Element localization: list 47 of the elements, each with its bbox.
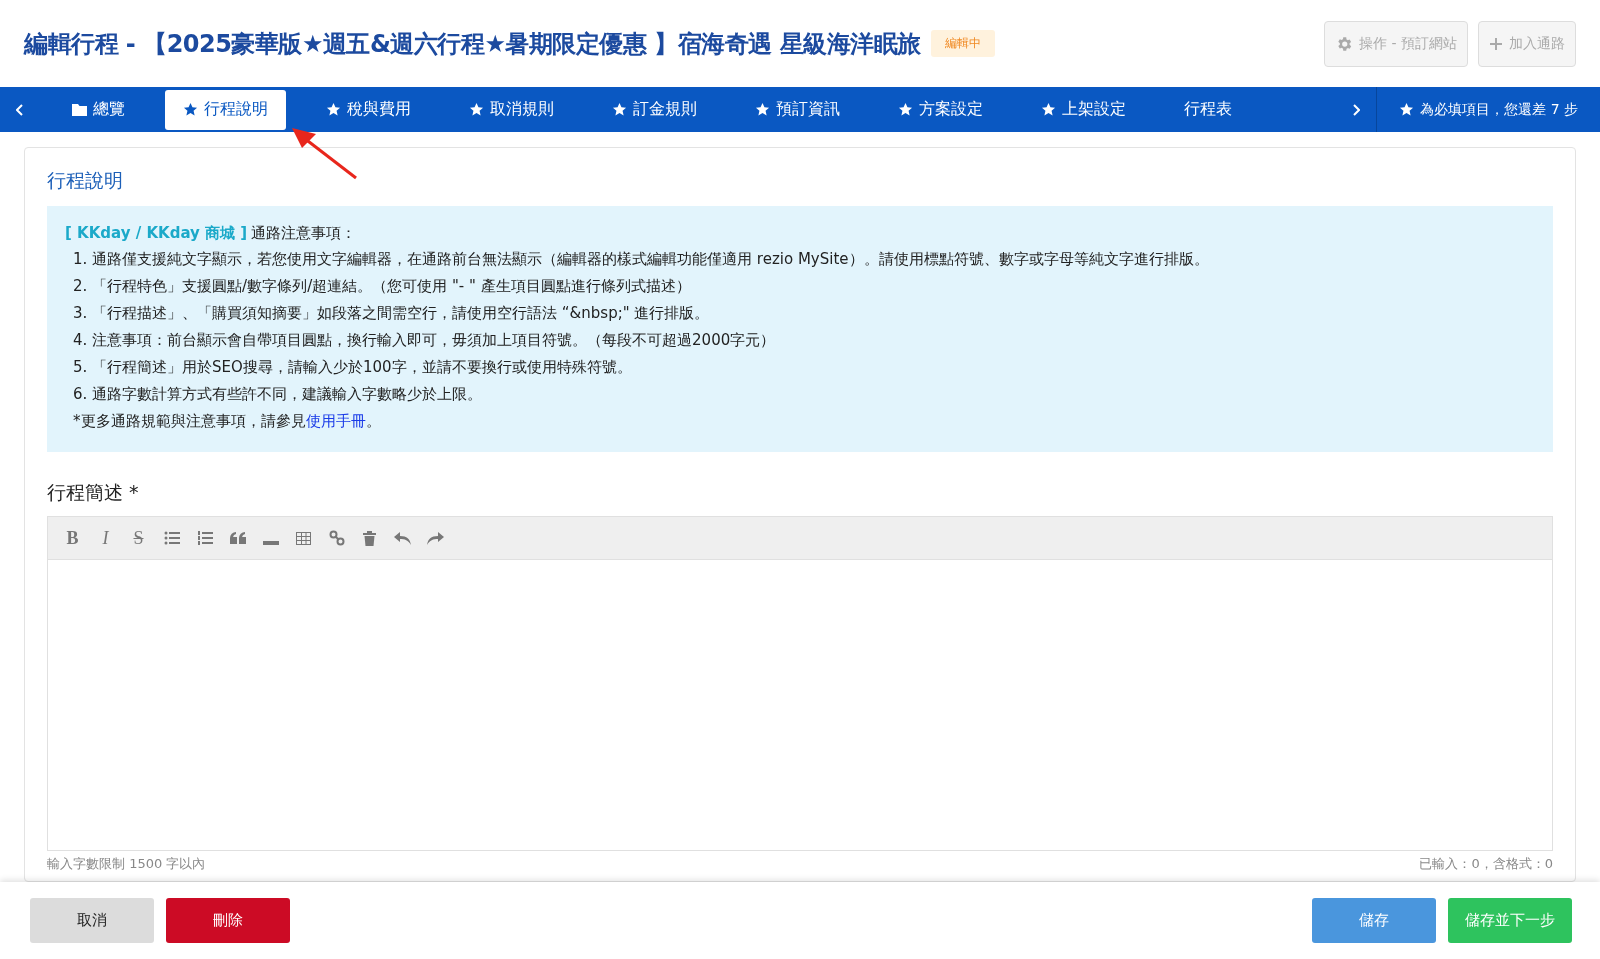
tab[interactable]: 行程表: [1166, 89, 1250, 130]
folder-icon: [72, 103, 87, 116]
notice-item: 3. 「行程描述」、「購買須知摘要」如段落之間需空行，請使用空行語法 “&nbsp;" 進行排版。: [73, 303, 711, 323]
trash-icon: [363, 530, 376, 546]
link-icon: [328, 530, 345, 546]
delete-button[interactable]: 刪除: [166, 898, 290, 943]
char-count: 已輸入：0，含格式：0: [1419, 855, 1553, 873]
tab[interactable]: 行程說明: [165, 89, 286, 130]
page-title: 編輯行程 - 【2025豪華版★週五&週六行程★暑期限定優惠 】宿海奇遇 星級海洋眠旅: [24, 28, 921, 60]
table-icon: [296, 531, 311, 545]
notice-item: 4. 注意事項：前台顯示會自帶項目圓點，換行輸入即可，毋須加上項目符號。（每段不可超過2000字元）: [73, 330, 777, 350]
notice-item: 6. 通路字數計算方式有些許不同，建議輸入字數略少於上限。: [73, 384, 484, 404]
notice-item: 2. 「行程特色」支援圓點/數字條列/超連結。（您可使用 "- " 產生項目圓點進行條列式描述）: [73, 276, 692, 296]
notice-heading: 通路注意事項：: [251, 224, 357, 242]
notice-item: 1. 通路僅支援純文字顯示，若您使用文字編輯器，在通路前台無法顯示（編輯器的樣式編輯功能僅適用 rezio MySite）。請使用標點符號、數字或字母等純文字進行排版。: [73, 249, 1210, 269]
italic-button[interactable]: I: [91, 523, 120, 553]
tab[interactable]: 上架設定: [1023, 89, 1144, 130]
section-title: 行程說明: [47, 168, 124, 193]
tab[interactable]: 訂金規則: [594, 89, 715, 130]
field-label: 行程簡述 *: [47, 480, 140, 505]
undo-icon: [394, 531, 411, 545]
cancel-button[interactable]: 取消: [30, 898, 154, 943]
tab[interactable]: 總覽: [54, 89, 143, 130]
tab[interactable]: 預訂資訊: [737, 89, 858, 130]
arrow-annotation: [290, 126, 360, 180]
tab[interactable]: 稅與費用: [308, 89, 429, 130]
star-icon: [1399, 102, 1415, 117]
required-steps-note: 為必填項目，您還差 7 步: [1420, 100, 1578, 119]
redo-icon: [427, 531, 444, 545]
chevron-right-icon: [1352, 103, 1361, 116]
char-limit-hint: 輸入字數限制 1500 字以內: [47, 855, 206, 873]
bullet-list-icon: [163, 531, 180, 545]
numbered-list-icon: [196, 531, 213, 545]
notice-item: 5. 「行程簡述」用於SEO搜尋，請輸入少於100字，並請不要換行或使用特殊符號。: [73, 357, 633, 377]
tab[interactable]: 方案設定: [880, 89, 1001, 130]
quote-icon: [229, 532, 246, 544]
bold-button[interactable]: B: [58, 523, 87, 553]
tab[interactable]: 取消規則: [451, 89, 572, 130]
channel-label: [ KKday / KKday 商城 ]: [65, 224, 248, 242]
gear-icon: [1335, 34, 1354, 53]
notice-footer-end: 。: [365, 412, 381, 430]
plus-icon: [1489, 36, 1503, 51]
chevron-left-icon: [16, 103, 24, 116]
status-badge: 編輯中: [930, 30, 995, 57]
manual-link[interactable]: 使用手冊: [305, 412, 366, 430]
strike-button[interactable]: S: [124, 523, 153, 553]
notice-footer-text: *更多通路規範與注意事項，請參見: [73, 412, 306, 430]
